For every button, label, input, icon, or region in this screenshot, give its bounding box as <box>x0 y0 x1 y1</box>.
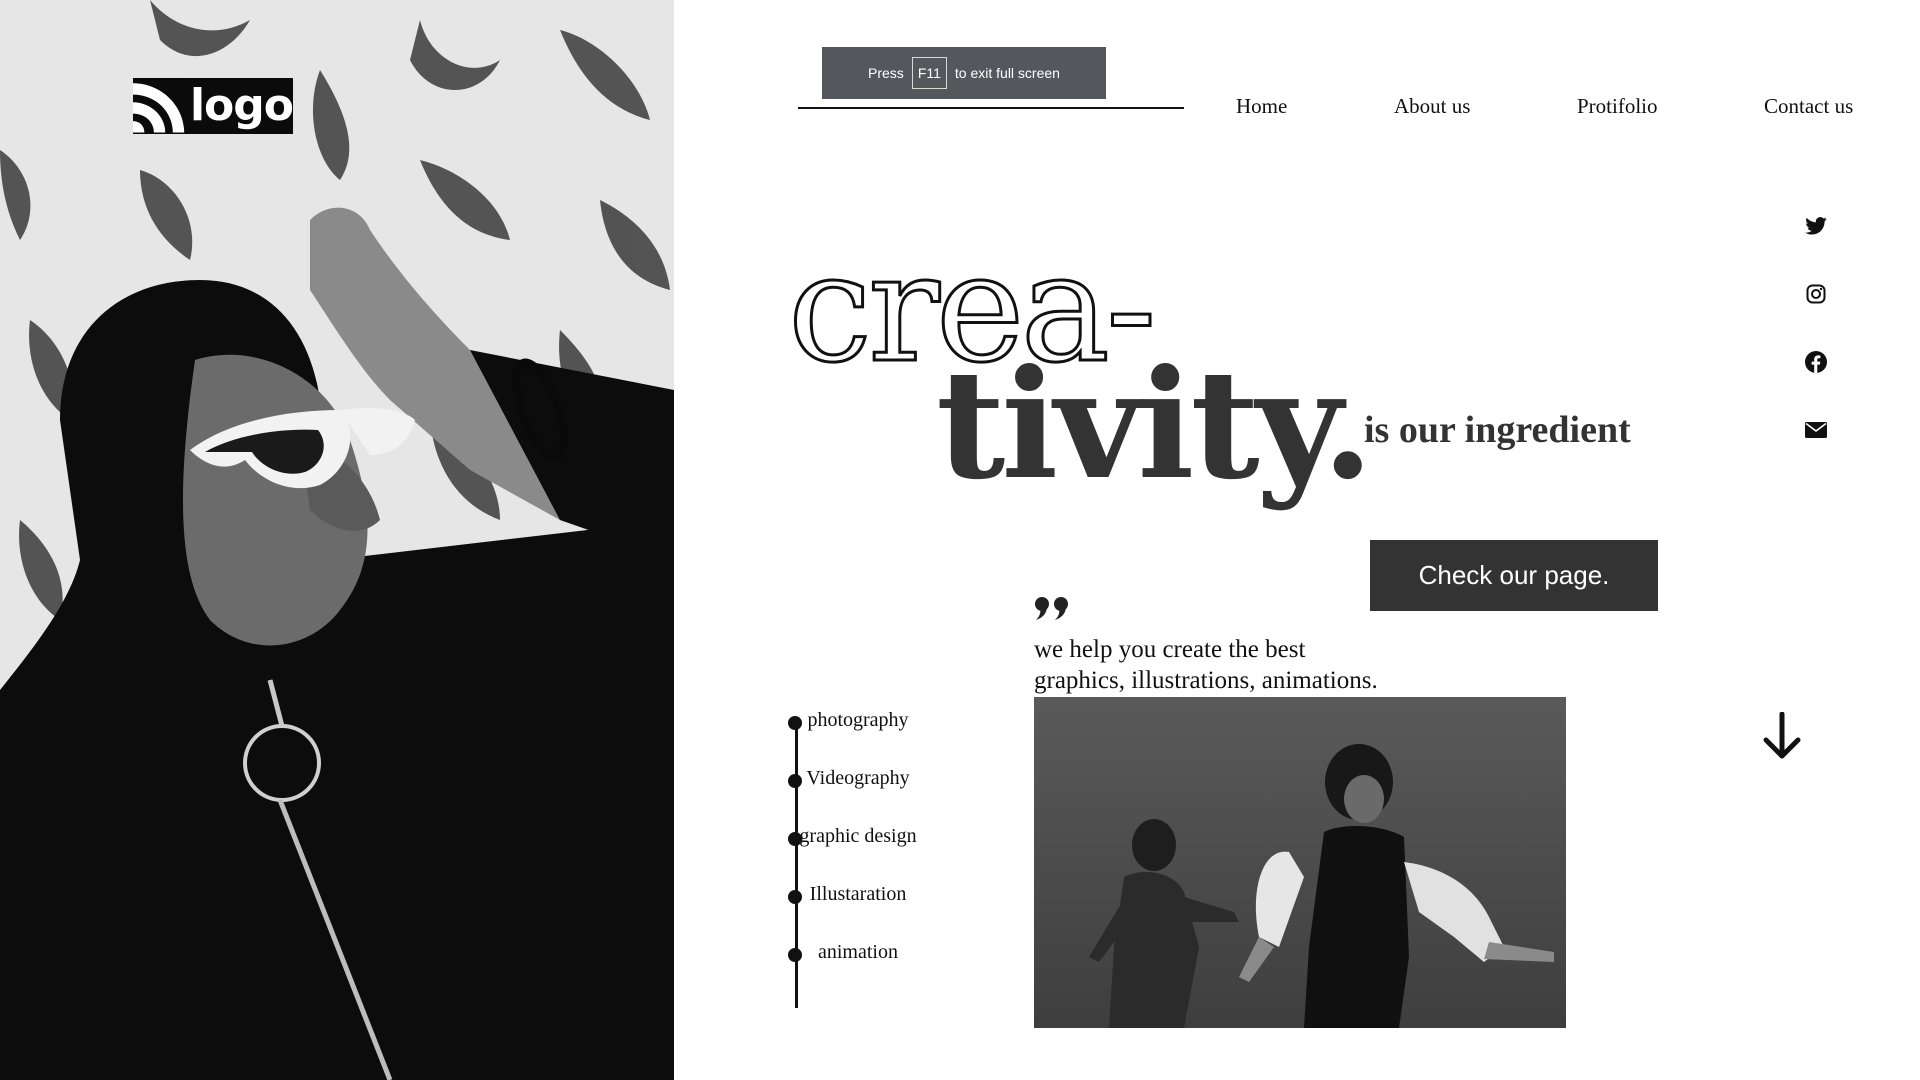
service-label-graphic-design[interactable]: graphic design <box>796 825 920 848</box>
fullscreen-exit-notice: Press F11 to exit full screen <box>822 47 1106 99</box>
hero-subtitle: is our ingredient <box>1364 409 1631 451</box>
nav-item-home[interactable]: Home <box>1236 94 1287 119</box>
facebook-icon[interactable] <box>1804 350 1828 374</box>
nav-item-contact-us[interactable]: Contact us <box>1764 94 1853 119</box>
notice-suffix-text: to exit full screen <box>954 65 1060 81</box>
services-timeline-line <box>795 722 798 1008</box>
service-label-animation[interactable]: animation <box>796 941 920 964</box>
twitter-icon[interactable] <box>1804 214 1828 238</box>
landing-page: logo Press F11 to exit full screen Home … <box>0 0 1920 1080</box>
dancers-photo <box>1034 697 1566 1028</box>
service-label-videography[interactable]: Videography <box>796 767 920 790</box>
scroll-down-arrow-icon[interactable] <box>1762 711 1802 765</box>
quote-text: we help you create the best graphics, il… <box>1034 636 1378 694</box>
nav-item-about-us[interactable]: About us <box>1394 94 1470 119</box>
wifi-arcs-logo-icon <box>133 79 188 133</box>
service-label-illustration[interactable]: Illustaration <box>796 883 920 906</box>
hero-portrait-photo: logo <box>0 0 674 1080</box>
service-label-photography[interactable]: photography <box>796 709 920 732</box>
hero-title-line-2: tivity. <box>936 337 1374 513</box>
notice-press-text: Press <box>868 65 904 81</box>
nav-underline-divider <box>798 107 1184 109</box>
check-our-page-button[interactable]: Check our page. <box>1370 540 1658 611</box>
brand-logo[interactable]: logo <box>133 78 294 134</box>
instagram-icon[interactable] <box>1804 282 1828 306</box>
mail-icon[interactable] <box>1804 418 1828 442</box>
quote-icon <box>1034 596 1072 625</box>
notice-f11-key: F11 <box>911 57 947 89</box>
logo-text: logo <box>189 80 294 131</box>
nav-item-portfolio[interactable]: Protifolio <box>1577 94 1658 119</box>
